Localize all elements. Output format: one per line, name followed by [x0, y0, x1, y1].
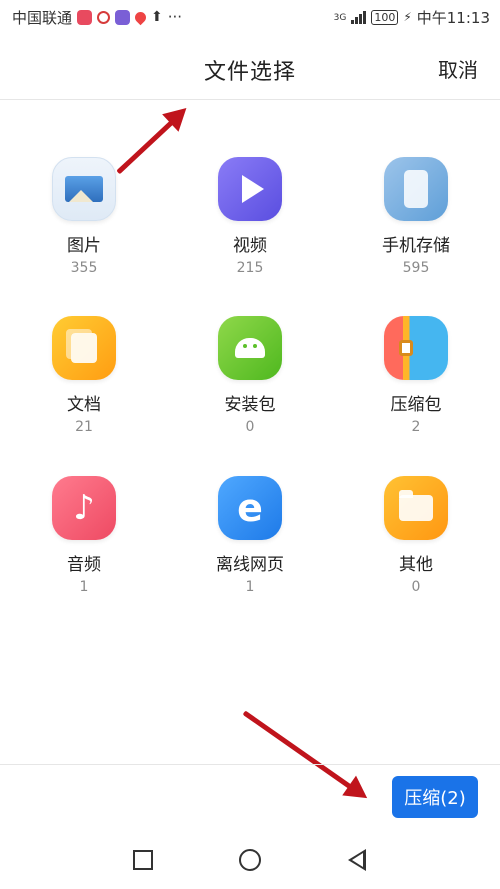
- status-right: 3G 100 ⚡ 中午11:13: [334, 7, 490, 28]
- category-audio[interactable]: ♪ 音频 1: [4, 476, 164, 595]
- category-label: 视频: [233, 236, 267, 256]
- category-count: 355: [70, 260, 98, 276]
- compress-button[interactable]: 压缩(2): [392, 776, 478, 818]
- carrier-name: 中国联通: [12, 8, 73, 27]
- category-archives[interactable]: 压缩包 2: [336, 316, 496, 435]
- square-icon: [133, 849, 154, 870]
- offline-web-icon: e: [218, 476, 282, 540]
- signal-icon: [351, 10, 367, 24]
- category-count: 0: [411, 579, 421, 595]
- network-type: 3G: [333, 12, 347, 23]
- category-install-packages[interactable]: 安装包 0: [170, 316, 330, 435]
- music-note-icon: ♪: [52, 476, 116, 540]
- category-count: 595: [402, 260, 430, 276]
- category-label: 音频: [67, 555, 101, 575]
- category-count: 1: [245, 579, 255, 595]
- system-nav-bar: [0, 830, 500, 889]
- home-button[interactable]: [230, 840, 270, 880]
- assistant-notification-icon: [115, 9, 131, 25]
- back-button[interactable]: [337, 840, 377, 880]
- category-label: 图片: [67, 236, 101, 256]
- category-label: 安装包: [224, 395, 276, 415]
- category-other[interactable]: 其他 0: [336, 476, 496, 595]
- circle-icon: [238, 848, 261, 871]
- recent-apps-button[interactable]: [123, 840, 163, 880]
- cancel-button[interactable]: 取消: [438, 54, 478, 83]
- category-phone-storage[interactable]: 手机存储 595: [336, 157, 496, 276]
- header: 文件选择 取消: [0, 34, 500, 100]
- status-left: 中国联通 ⬆ ···: [12, 7, 182, 28]
- upload-icon: ⬆: [151, 9, 163, 25]
- phone-storage-icon: [384, 157, 448, 221]
- category-label: 手机存储: [382, 236, 450, 256]
- charging-icon: ⚡: [403, 10, 412, 24]
- page-title: 文件选择: [203, 60, 296, 85]
- category-count: 2: [411, 419, 421, 435]
- category-videos[interactable]: 视频 215: [170, 157, 330, 276]
- status-time: 中午11:13: [416, 8, 490, 27]
- more-notifications-icon: ···: [167, 8, 183, 26]
- archive-icon: [384, 316, 448, 380]
- app-notification-icon: [77, 9, 93, 25]
- category-count: 21: [75, 419, 93, 435]
- video-icon: [218, 157, 282, 221]
- category-offline-web[interactable]: e 离线网页 1: [170, 476, 330, 595]
- category-label: 离线网页: [216, 555, 284, 575]
- category-documents[interactable]: 文档 21: [4, 316, 164, 435]
- image-icon: [52, 157, 116, 221]
- category-images[interactable]: 图片 355: [4, 157, 164, 276]
- back-triangle-icon: [347, 848, 366, 871]
- document-icon: [52, 316, 116, 380]
- location-icon: [132, 9, 149, 25]
- category-count: 0: [245, 419, 255, 435]
- category-count: 1: [79, 579, 89, 595]
- category-label: 文档: [67, 395, 101, 415]
- category-label: 压缩包: [390, 395, 442, 415]
- category-count: 215: [236, 260, 264, 276]
- browser-notification-icon: [97, 10, 111, 24]
- folder-icon: [384, 476, 448, 540]
- android-package-icon: [218, 316, 282, 380]
- battery-icon: 100: [371, 9, 399, 25]
- status-bar: 中国联通 ⬆ ··· 3G 100 ⚡ 中午11:13: [0, 0, 500, 34]
- category-label: 其他: [399, 555, 433, 575]
- bottom-action-bar: 压缩(2): [0, 764, 500, 830]
